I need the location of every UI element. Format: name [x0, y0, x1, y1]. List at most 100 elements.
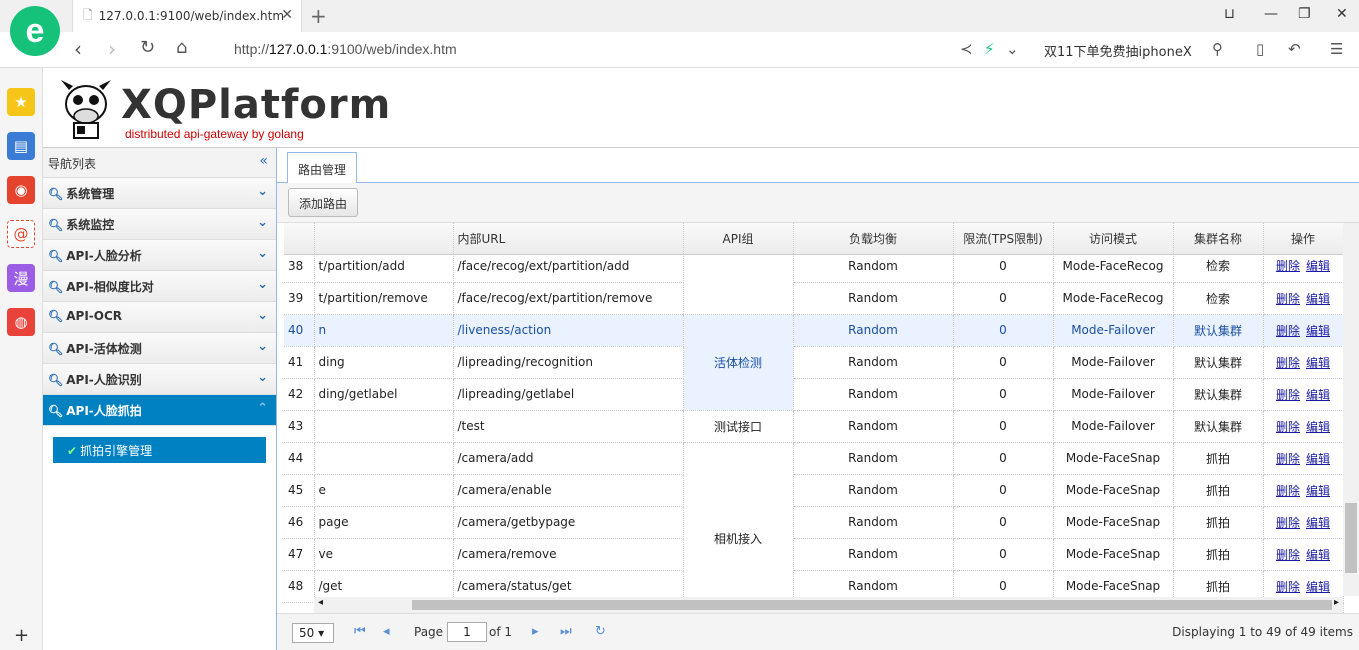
- table-row[interactable]: 45 e/camera/enable Random 0 Mode-FaceSnap 抓拍删…: [284, 474, 1344, 507]
- home-icon[interactable]: ⌂: [176, 37, 187, 58]
- delete-link[interactable]: 删除: [1276, 388, 1300, 402]
- url-field[interactable]: http://127.0.0.1:9100/web/index.htm: [234, 41, 457, 57]
- game-icon[interactable]: ◍: [7, 308, 35, 336]
- chevron-down-icon: ⌄: [257, 308, 268, 323]
- delete-link[interactable]: 删除: [1276, 548, 1300, 562]
- tab-route-manage[interactable]: 路由管理: [287, 152, 358, 184]
- reader-icon[interactable]: ▤: [7, 132, 35, 160]
- refresh-icon[interactable]: ↻: [140, 37, 155, 58]
- favorites-icon[interactable]: ★: [7, 88, 35, 116]
- lightning-icon[interactable]: ⚡: [984, 40, 995, 58]
- new-tab-button[interactable]: +: [310, 4, 327, 28]
- cell-actions: 删除 编辑: [1263, 282, 1344, 315]
- cell-internal-url: /liveness/action: [453, 314, 684, 347]
- edit-link[interactable]: 编辑: [1306, 452, 1330, 466]
- nav-subitem-label: 抓拍引擎管理: [80, 444, 153, 458]
- collapse-icon[interactable]: «: [259, 153, 268, 169]
- edit-link[interactable]: 编辑: [1306, 292, 1330, 306]
- browser-tab[interactable]: 🗋 127.0.0.1:9100/web/index.htm ✕: [72, 0, 302, 32]
- cell-access-mode: Mode-FaceSnap: [1053, 538, 1174, 571]
- nav-item-face-snap[interactable]: 🔍︎ API-人脸抓拍 ⌃: [43, 395, 276, 426]
- edit-link[interactable]: 编辑: [1306, 259, 1330, 273]
- chevron-down-icon[interactable]: ⌄: [1006, 40, 1019, 58]
- undo-icon[interactable]: ↶: [1288, 40, 1301, 58]
- skin-icon[interactable]: ⊔: [1224, 6, 1235, 22]
- table-row[interactable]: 46 page/camera/getbypage Random 0 Mode-FaceS…: [284, 506, 1344, 539]
- last-page-icon[interactable]: ⏭: [560, 624, 572, 639]
- delete-link[interactable]: 删除: [1276, 292, 1300, 306]
- delete-link[interactable]: 删除: [1276, 452, 1300, 466]
- minimize-button[interactable]: —: [1264, 6, 1278, 22]
- vertical-scrollbar[interactable]: [1343, 223, 1359, 596]
- nav-item-system-monitor[interactable]: 🔍︎ 系统监控 ⌄: [43, 209, 276, 240]
- delete-link[interactable]: 删除: [1276, 259, 1300, 273]
- prev-page-icon[interactable]: ◂: [383, 624, 390, 639]
- page-input[interactable]: 1: [447, 622, 487, 642]
- edit-link[interactable]: 编辑: [1306, 388, 1330, 402]
- table-row[interactable]: 43/test 测试接口 Random 0 Mode-Failover 默认集群 删除 编辑: [284, 410, 1344, 443]
- phone-icon[interactable]: ▯: [1256, 40, 1264, 58]
- table-row[interactable]: 41 ding/lipreading/recognition Random 0 Mode…: [284, 346, 1344, 379]
- back-icon[interactable]: ‹: [74, 37, 82, 61]
- col-cluster[interactable]: 集群名称: [1173, 223, 1264, 255]
- table-row[interactable]: 47 ve/camera/remove Random 0 Mode-FaceSnap 抓拍…: [284, 538, 1344, 571]
- nav-subitem-snap-engine[interactable]: ✔ 抓拍引擎管理: [53, 437, 266, 463]
- close-tab-icon[interactable]: ✕: [281, 7, 293, 23]
- next-page-icon[interactable]: ▸: [532, 624, 539, 639]
- refresh-icon[interactable]: ↻: [595, 624, 606, 639]
- nav-item-system-manage[interactable]: 🔍︎ 系统管理 ⌄: [43, 178, 276, 209]
- col-load-balance[interactable]: 负载均衡: [793, 223, 954, 255]
- delete-link[interactable]: 删除: [1276, 324, 1300, 338]
- scroll-right-icon[interactable]: ▸: [1334, 597, 1339, 608]
- cell-cluster: 抓拍: [1173, 506, 1264, 539]
- close-window-button[interactable]: ✕: [1336, 6, 1348, 22]
- nav-item-similarity[interactable]: 🔍︎ API-相似度比对 ⌄: [43, 271, 276, 302]
- maximize-button[interactable]: ❐: [1298, 6, 1311, 22]
- add-route-button[interactable]: 添加路由: [288, 188, 359, 217]
- delete-link[interactable]: 删除: [1276, 580, 1300, 594]
- col-access-mode[interactable]: 访问模式: [1053, 223, 1174, 255]
- delete-link[interactable]: 删除: [1276, 484, 1300, 498]
- mail-icon[interactable]: @: [7, 220, 35, 248]
- col-external-url[interactable]: [314, 223, 454, 255]
- col-internal-url[interactable]: 内部URL: [453, 223, 684, 255]
- table-row[interactable]: 42 ding/getlabel/lipreading/getlabel Rando…: [284, 378, 1344, 411]
- nav-item-liveness[interactable]: 🔍︎ API-活体检测 ⌄: [43, 333, 276, 364]
- add-icon[interactable]: +: [14, 625, 29, 646]
- first-page-icon[interactable]: ⏮: [354, 624, 366, 639]
- edit-link[interactable]: 编辑: [1306, 484, 1330, 498]
- table-row[interactable]: 39 t/partition/remove/face/recog/ext/part…: [284, 282, 1344, 315]
- delete-link[interactable]: 删除: [1276, 356, 1300, 370]
- search-promo[interactable]: 双11下单免费抽iphoneX: [1044, 41, 1192, 60]
- scroll-left-icon[interactable]: ◂: [318, 597, 323, 608]
- table-row[interactable]: 40 n/liveness/action 活体检测 Random 0 Mode-Failo…: [284, 314, 1344, 411]
- scroll-thumb[interactable]: [1345, 503, 1357, 573]
- menu-icon[interactable]: ☰: [1330, 40, 1343, 58]
- scroll-thumb[interactable]: [412, 600, 1332, 610]
- cell-tps-limit: 0: [953, 250, 1054, 283]
- edit-link[interactable]: 编辑: [1306, 548, 1330, 562]
- edit-link[interactable]: 编辑: [1306, 420, 1330, 434]
- delete-link[interactable]: 删除: [1276, 420, 1300, 434]
- table-row[interactable]: 44/camera/add 相机接入 Random 0 Mode-FaceSnap 抓拍删…: [284, 442, 1344, 613]
- col-api-group[interactable]: API组: [683, 223, 794, 255]
- cell-api-group: 活体检测: [683, 314, 794, 411]
- nav-item-face-recog[interactable]: 🔍︎ API-人脸识别 ⌄: [43, 364, 276, 395]
- edit-link[interactable]: 编辑: [1306, 356, 1330, 370]
- edit-link[interactable]: 编辑: [1306, 324, 1330, 338]
- forward-icon[interactable]: ›: [108, 37, 116, 61]
- horizontal-scrollbar[interactable]: ◂ ▸: [314, 597, 1343, 613]
- nav-item-ocr[interactable]: 🔍︎ API-OCR ⌄: [43, 302, 276, 333]
- delete-link[interactable]: 删除: [1276, 516, 1300, 530]
- table-row[interactable]: 38 t/partition/add/face/recog/ext/partiti…: [284, 250, 1344, 315]
- col-tps-limit[interactable]: 限流(TPS限制): [953, 223, 1054, 255]
- col-actions[interactable]: 操作: [1263, 223, 1344, 255]
- edit-link[interactable]: 编辑: [1306, 516, 1330, 530]
- edit-link[interactable]: 编辑: [1306, 580, 1330, 594]
- nav-item-face-analysis[interactable]: 🔍︎ API-人脸分析 ⌄: [43, 240, 276, 271]
- weibo-icon[interactable]: ◉: [7, 176, 35, 204]
- comic-icon[interactable]: 漫: [7, 264, 35, 292]
- share-icon[interactable]: ≺: [960, 40, 973, 58]
- page-size-select[interactable]: 50 ▾: [292, 623, 334, 643]
- search-icon[interactable]: ⚲: [1212, 40, 1223, 58]
